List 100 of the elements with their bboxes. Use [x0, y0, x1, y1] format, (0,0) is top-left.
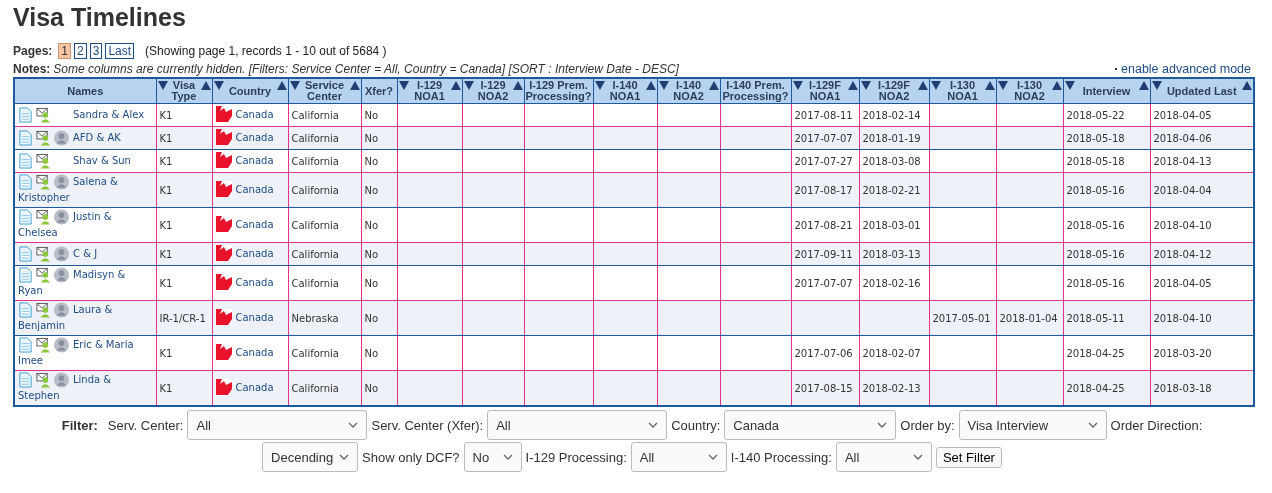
table-cell: 2018-02-13	[862, 382, 921, 394]
country-link[interactable]: Canada	[235, 311, 274, 323]
dropdown[interactable]: Canada	[724, 410, 897, 440]
sort-up-icon[interactable]	[984, 81, 995, 90]
column-header: Names	[14, 78, 156, 104]
avatar-icon[interactable]	[54, 337, 69, 353]
message-user-icon[interactable]	[36, 153, 51, 169]
country-link[interactable]: Canada	[235, 276, 274, 288]
sort-up-icon[interactable]	[200, 81, 211, 90]
table-cell: 2017-08-17	[794, 184, 853, 196]
column-header[interactable]: I-129F NOA1	[791, 78, 859, 104]
advanced-mode-link[interactable]: enable advanced mode	[1121, 62, 1251, 76]
page-button[interactable]: 1	[58, 43, 72, 59]
sort-down-icon[interactable]	[289, 81, 300, 90]
sort-up-icon[interactable]	[450, 81, 461, 90]
sort-down-icon[interactable]	[157, 81, 168, 90]
sort-down-icon[interactable]	[1064, 81, 1075, 90]
sort-down-icon[interactable]	[594, 81, 605, 90]
table-cell: 2018-05-22	[1066, 109, 1125, 121]
sort-up-icon[interactable]	[1138, 81, 1149, 90]
sort-down-icon[interactable]	[213, 81, 224, 90]
table-cell: 2018-04-13	[1153, 155, 1212, 167]
sort-down-icon[interactable]	[930, 81, 941, 90]
table-cell: No	[364, 184, 379, 196]
table-cell: 2018-04-05	[1153, 277, 1212, 289]
flag-icon	[215, 106, 232, 122]
column-header[interactable]: I-130 NOA1	[929, 78, 996, 104]
table-cell: No	[364, 347, 379, 359]
message-user-icon[interactable]	[36, 246, 51, 262]
page-button[interactable]: 3	[89, 43, 103, 59]
sort-down-icon[interactable]	[658, 81, 669, 90]
flag-icon	[215, 152, 232, 168]
country-link[interactable]: Canada	[235, 183, 274, 195]
table-cell: California	[291, 219, 339, 231]
set-filter-button[interactable]: Set Filter	[935, 446, 1002, 468]
message-user-icon[interactable]	[36, 209, 51, 225]
table-cell: 2018-04-10	[1153, 219, 1212, 231]
column-header[interactable]: I-140 NOA1	[593, 78, 657, 104]
column-header[interactable]: Interview	[1063, 78, 1150, 104]
sort-down-icon[interactable]	[792, 81, 803, 90]
filter-label: Order Direction:	[1110, 417, 1203, 433]
dropdown[interactable]: All	[487, 410, 668, 440]
column-header[interactable]: I-129F NOA2	[859, 78, 929, 104]
message-user-icon[interactable]	[36, 337, 51, 353]
dropdown[interactable]: All	[630, 442, 727, 472]
table-cell: California	[291, 248, 339, 260]
avatar-icon[interactable]	[54, 174, 69, 190]
table-cell: K1	[159, 155, 173, 167]
sort-up-icon[interactable]	[1051, 81, 1062, 90]
message-user-icon[interactable]	[36, 302, 51, 318]
table-cell: 2018-03-08	[862, 155, 921, 167]
country-link[interactable]: Canada	[235, 381, 274, 393]
table-cell: California	[291, 347, 339, 359]
dropdown[interactable]: No	[463, 442, 522, 472]
message-user-icon[interactable]	[36, 372, 51, 388]
table-cell: No	[364, 248, 379, 260]
sort-up-icon[interactable]	[917, 81, 928, 90]
dropdown[interactable]: All	[187, 410, 368, 440]
column-header[interactable]: I-129 NOA2	[462, 78, 524, 104]
dropdown[interactable]: Visa Interview	[958, 410, 1107, 440]
column-header[interactable]: Country	[212, 78, 288, 104]
message-user-icon[interactable]	[36, 107, 51, 123]
avatar-icon[interactable]	[54, 267, 69, 283]
message-user-icon[interactable]	[36, 267, 51, 283]
avatar-icon[interactable]	[54, 372, 69, 388]
page-button[interactable]: Last	[105, 43, 135, 59]
avatar-icon[interactable]	[54, 302, 69, 318]
sort-down-icon[interactable]	[1151, 81, 1162, 90]
dropdown[interactable]: All	[835, 442, 932, 472]
message-user-icon[interactable]	[36, 130, 51, 146]
sort-up-icon[interactable]	[349, 81, 360, 90]
column-header[interactable]: Updated Last	[1150, 78, 1254, 104]
sort-up-icon[interactable]	[1242, 81, 1252, 90]
sort-up-icon[interactable]	[645, 81, 656, 90]
avatar-icon[interactable]	[54, 246, 69, 262]
sort-down-icon[interactable]	[398, 81, 409, 90]
sort-up-icon[interactable]	[708, 81, 719, 90]
table-cell: K1	[159, 248, 173, 260]
column-header[interactable]: I-140 NOA2	[657, 78, 720, 104]
sort-down-icon[interactable]	[463, 81, 474, 90]
country-link[interactable]: Canada	[235, 218, 274, 230]
filter-label: Country:	[671, 417, 721, 433]
sort-down-icon[interactable]	[997, 81, 1008, 90]
country-link[interactable]: Canada	[235, 346, 274, 358]
page-button[interactable]: 2	[74, 43, 87, 59]
column-header[interactable]: I-130 NOA2	[996, 78, 1063, 104]
avatar-icon[interactable]	[54, 130, 69, 146]
column-header[interactable]: I-129 NOA1	[397, 78, 462, 104]
table-cell: 2017-08-15	[794, 382, 853, 394]
sort-up-icon[interactable]	[512, 81, 523, 90]
table-cell: No	[364, 277, 379, 289]
column-header[interactable]: Visa Type	[156, 78, 212, 104]
chevron-down-icon	[348, 422, 359, 428]
message-user-icon[interactable]	[36, 174, 51, 190]
sort-up-icon[interactable]	[847, 81, 858, 90]
column-header[interactable]: Service Center	[288, 78, 361, 104]
sort-up-icon[interactable]	[276, 81, 287, 90]
avatar-icon[interactable]	[54, 209, 69, 225]
dropdown[interactable]: Decending	[262, 442, 359, 472]
sort-down-icon[interactable]	[860, 81, 871, 90]
